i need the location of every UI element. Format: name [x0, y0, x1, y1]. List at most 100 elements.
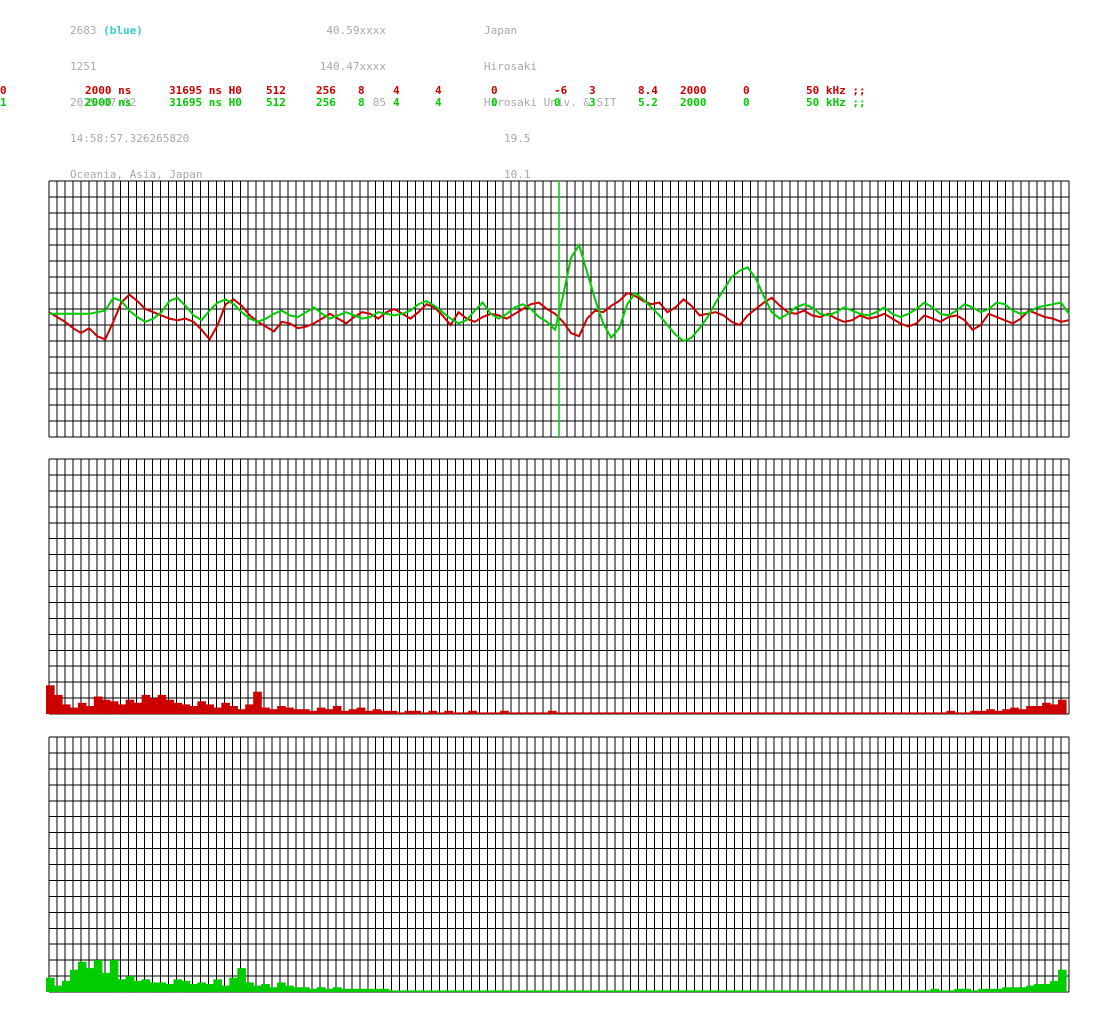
spectrum-bar [253, 985, 262, 992]
spectrum-bar [420, 990, 430, 992]
spectrum-bar [627, 712, 637, 714]
spectrum-bar [77, 961, 87, 992]
spectrum-bar [133, 980, 143, 992]
spectrum-bar [795, 990, 804, 992]
spectrum-bar [683, 712, 693, 714]
spectrum-bar [285, 985, 294, 992]
spectrum-bar [285, 707, 294, 714]
spectrum-bar [906, 990, 916, 992]
spectrum-bar [723, 990, 732, 992]
spectrum-bar [316, 987, 326, 992]
spectrum-bar [739, 990, 748, 992]
spectrum-bar [149, 982, 159, 992]
spectrum-bar [508, 712, 517, 714]
spectrum-bar [444, 710, 453, 714]
spectrum-bar [205, 704, 214, 714]
spectrum-bar [898, 990, 908, 992]
spectrum-bar [1058, 969, 1067, 992]
spectrum-bar [739, 712, 748, 714]
spectrum-bar [540, 712, 549, 714]
spectrum-bar [460, 712, 469, 714]
spectrum-bar [205, 984, 214, 992]
spectrum-bar [747, 990, 756, 992]
spectrum-bar [388, 990, 398, 992]
spectrum-panel-red [46, 458, 1070, 715]
spectrum-bar [858, 990, 868, 992]
waveform-panel [48, 180, 1070, 438]
spectrum-bar [922, 712, 932, 714]
spectrum-bar [1026, 985, 1035, 992]
spectrum-bar [747, 712, 756, 714]
spectrum-bar [986, 709, 995, 714]
spectrum-bar [213, 707, 222, 714]
spectrum-bar [595, 712, 605, 714]
spectrum-bar [165, 984, 175, 992]
spectrum-bar [611, 712, 621, 714]
spectrum-bar [962, 712, 971, 714]
spectrum-bar [643, 712, 653, 714]
spectrum-bar [556, 712, 565, 714]
spectrum-bar [890, 712, 900, 714]
spectrum-bar [157, 694, 167, 714]
spectrum-bar [707, 990, 716, 992]
spectrum-bar [324, 988, 334, 992]
spectrum-bar [229, 706, 238, 714]
spectrum-bar [611, 990, 621, 992]
spectrum-bar [372, 988, 382, 992]
spectrum-bar [54, 985, 63, 992]
spectrum-bar [117, 979, 127, 993]
spectrum-bar [125, 976, 135, 992]
spectrum-bar [237, 709, 246, 714]
spectrum-bar [524, 990, 533, 992]
spectrum-bar [141, 979, 151, 993]
spectrum-bar [69, 707, 79, 714]
spectrum-bar [476, 990, 485, 992]
spectrum-bar [763, 712, 772, 714]
spectrum-bar [492, 712, 501, 714]
spectrum-bar [834, 990, 844, 992]
spectrum-bar [1018, 987, 1027, 992]
spectrum-bar [683, 990, 693, 992]
spectrum-bar [316, 707, 326, 714]
spectrum-bar [380, 988, 390, 992]
spectrum-bar [404, 990, 414, 992]
spectrum-bar [675, 990, 685, 992]
spectrum-bar [181, 980, 191, 992]
spectrum-bar [978, 710, 987, 714]
spectrum-bar [962, 988, 971, 992]
spectrum-bar [882, 990, 892, 992]
spectrum-bar [396, 990, 406, 992]
spectrum-bar [946, 990, 956, 992]
spectrum-bar [595, 990, 605, 992]
spectrum-bar [396, 712, 406, 714]
spectrum-bar [603, 990, 613, 992]
spectrum-bar [986, 988, 995, 992]
spectrum-bar [819, 990, 828, 992]
spectrum-bar [436, 990, 446, 992]
spectrum-bar [874, 990, 884, 992]
spectrum-bar [627, 990, 637, 992]
spectrum-bar [532, 990, 541, 992]
spectrum-bar [635, 712, 645, 714]
spectrum-bar [46, 685, 55, 714]
spectrum-bar [587, 990, 597, 992]
spectrum-bar [787, 990, 796, 992]
spectrum-bar [420, 712, 430, 714]
spectrum-bar [994, 710, 1003, 714]
spectrum-bar [731, 990, 740, 992]
spectrum-bar [332, 987, 342, 992]
spectrum-bar [643, 990, 653, 992]
spectrum-bar [109, 701, 119, 715]
spectrum-bar [253, 691, 262, 714]
spectrum-bar [811, 712, 820, 714]
spectrum-bar [61, 704, 71, 714]
spectrum-bar [970, 990, 979, 992]
spectrum-bar [819, 712, 828, 714]
spectrum-bar [46, 977, 55, 992]
spectrum-bar [564, 990, 573, 992]
spectrum-bar [77, 702, 87, 714]
spectrum-bar [85, 968, 95, 992]
spectrum-bar [803, 712, 812, 714]
spectrum-bar [93, 960, 103, 992]
spectrum-bar [651, 712, 661, 714]
